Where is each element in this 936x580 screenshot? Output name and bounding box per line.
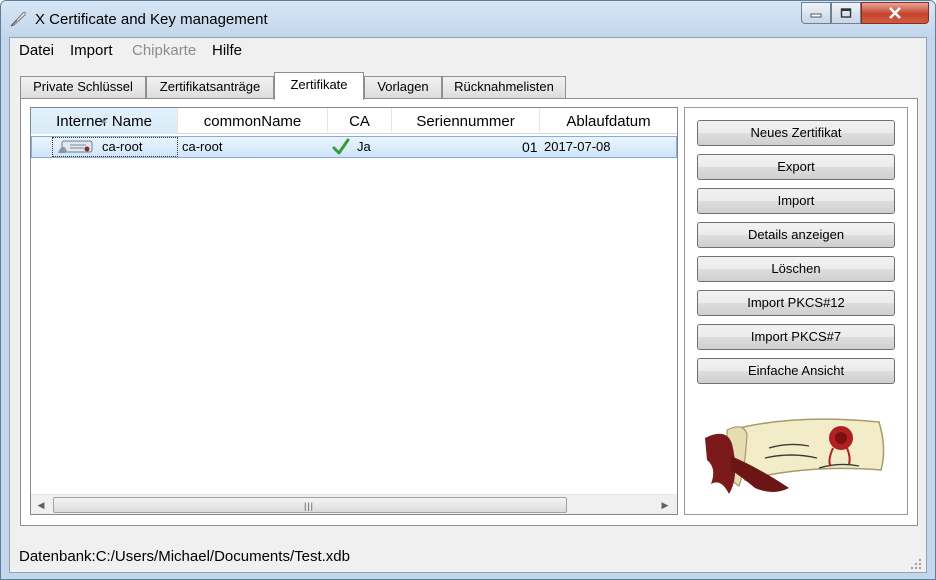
scrollbar-grip-icon: ||| [304, 501, 315, 511]
tab-certificate-requests[interactable]: Zertifikatsanträge [146, 76, 274, 98]
minimize-button[interactable] [801, 2, 831, 24]
menu-import[interactable]: Import [70, 42, 113, 59]
column-header-common-name[interactable]: commonName [178, 108, 328, 134]
column-header-ca[interactable]: CA [328, 108, 392, 134]
status-bar: Datenbank:C:/Users/Michael/Documents/Tes… [10, 544, 926, 572]
export-button[interactable]: Export [697, 154, 895, 180]
maximize-button[interactable] [831, 2, 861, 24]
column-header-serial[interactable]: Seriennummer [392, 108, 540, 134]
simple-view-button[interactable]: Einfache Ansicht [697, 358, 895, 384]
tab-templates[interactable]: Vorlagen [364, 76, 442, 98]
horizontal-scrollbar[interactable]: ◀ ||| ▶ [31, 494, 677, 514]
cell-expiry: 2017-07-08 [544, 139, 611, 154]
column-header-expiry[interactable]: Ablaufdatum [540, 108, 677, 134]
certificates-panel: ▲ Interner Name commonName CA Seriennumm… [20, 98, 918, 526]
maximize-icon [832, 3, 860, 23]
scroll-left-icon[interactable]: ◀ [33, 497, 49, 513]
close-icon [862, 3, 928, 23]
certificate-list[interactable]: ▲ Interner Name commonName CA Seriennumm… [30, 107, 678, 515]
checkmark-icon [332, 138, 350, 155]
title-bar[interactable]: X Certificate and Key management [1, 1, 935, 37]
delete-button[interactable]: Löschen [697, 256, 895, 282]
tab-revocation-lists[interactable]: Rücknahmelisten [442, 76, 566, 98]
action-panel: Neues Zertifikat Export Import Details a… [684, 107, 908, 515]
import-button[interactable]: Import [697, 188, 895, 214]
menu-bar: Datei Import Chipkarte Hilfe [10, 38, 926, 63]
window-title: X Certificate and Key management [35, 11, 268, 28]
tab-private-keys[interactable]: Private Schlüssel [20, 76, 146, 98]
cell-ca: Ja [357, 139, 371, 154]
certificate-icon [58, 140, 93, 153]
database-path: Datenbank:C:/Users/Michael/Documents/Tes… [19, 548, 350, 565]
scroll-right-icon[interactable]: ▶ [657, 497, 673, 513]
client-area: Datei Import Chipkarte Hilfe Private Sch… [9, 37, 927, 573]
minimize-icon [802, 3, 830, 23]
cell-common-name: ca-root [182, 139, 223, 154]
show-details-button[interactable]: Details anzeigen [697, 222, 895, 248]
resize-grip-icon[interactable] [908, 556, 922, 570]
import-pkcs7-button[interactable]: Import PKCS#7 [697, 324, 895, 350]
cell-serial: 01 [522, 139, 538, 155]
scrollbar-thumb[interactable]: ||| [53, 497, 567, 513]
import-pkcs12-button[interactable]: Import PKCS#12 [697, 290, 895, 316]
feather-pen-icon [10, 11, 26, 27]
column-header-internal-name[interactable]: ▲ Interner Name [31, 108, 178, 134]
table-row[interactable]: ca-root ca-root Ja 01 2017-07-08 [31, 136, 677, 158]
tab-certificates[interactable]: Zertifikate [274, 72, 364, 100]
menu-datei[interactable]: Datei [19, 42, 54, 59]
menu-hilfe[interactable]: Hilfe [212, 42, 242, 59]
main-window: X Certificate and Key management Datei I… [0, 0, 936, 580]
sort-ascending-icon: ▲ [99, 115, 108, 125]
menu-chipkarte[interactable]: Chipkarte [132, 42, 196, 59]
close-button[interactable] [861, 2, 929, 24]
cell-internal-name: ca-root [102, 139, 143, 154]
new-certificate-button[interactable]: Neues Zertifikat [697, 120, 895, 146]
list-header: ▲ Interner Name commonName CA Seriennumm… [31, 108, 677, 134]
certificate-scroll-logo-icon [705, 418, 885, 494]
